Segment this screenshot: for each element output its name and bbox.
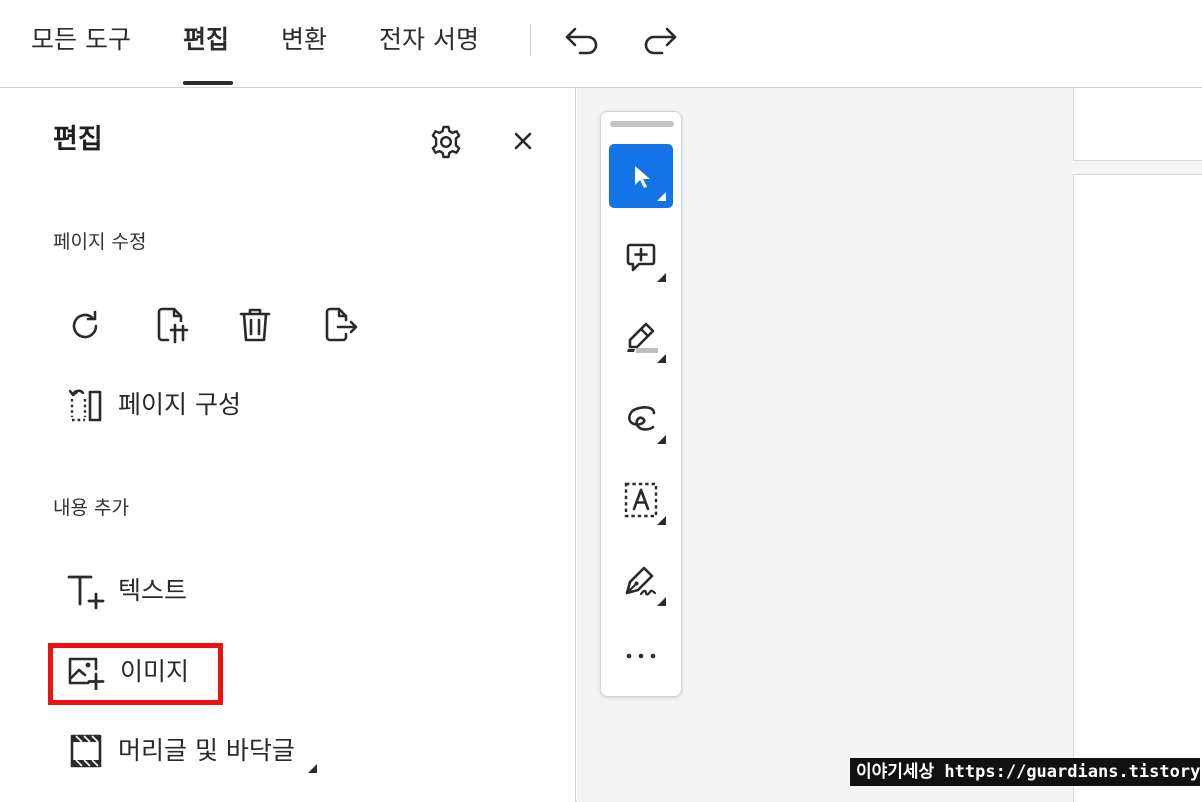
- close-button[interactable]: [506, 124, 540, 158]
- organize-pages-item[interactable]: 페이지 구성: [66, 387, 241, 423]
- menu-convert[interactable]: 변환: [281, 22, 327, 58]
- image-highlight-box: [48, 643, 223, 705]
- select-tool-button[interactable]: [609, 144, 673, 208]
- top-menubar: 모든 도구 편집 변환 전자 서명: [0, 0, 1202, 88]
- text-box-icon: [624, 482, 658, 518]
- highlight-tool-button[interactable]: [609, 306, 673, 370]
- active-tab-indicator: [183, 81, 233, 85]
- header-footer-dropdown-indicator[interactable]: [308, 764, 317, 773]
- menu-e-sign[interactable]: 전자 서명: [379, 22, 479, 58]
- extract-page-button[interactable]: [320, 304, 362, 346]
- signature-pen-icon: [625, 566, 657, 596]
- sign-tool-dropdown-indicator: [657, 597, 666, 606]
- trash-icon: [239, 308, 271, 342]
- insert-page-button[interactable]: [151, 304, 193, 346]
- settings-button[interactable]: [426, 122, 466, 162]
- more-options-icon: [626, 653, 656, 659]
- add-comment-tool-button[interactable]: [609, 225, 673, 289]
- text-box-tool-dropdown-indicator: [657, 516, 666, 525]
- header-footer-item[interactable]: 머리글 및 바닥글: [66, 732, 295, 770]
- watermark-label: 이야기세상 https://guardians.tistory.com: [850, 758, 1202, 786]
- text-box-tool-button[interactable]: [609, 468, 673, 532]
- organize-pages-label: 페이지 구성: [118, 390, 241, 419]
- menu-edit[interactable]: 편집: [183, 22, 229, 58]
- menu-all-tools[interactable]: 모든 도구: [31, 22, 131, 58]
- draw-tool-button[interactable]: [609, 387, 673, 451]
- add-text-label: 텍스트: [118, 576, 188, 605]
- document-page-current: [1073, 174, 1202, 802]
- comment-tool-dropdown-indicator: [657, 273, 666, 282]
- more-tools-button[interactable]: [609, 624, 673, 688]
- gear-icon: [431, 125, 461, 159]
- header-footer-label: 머리글 및 바닥글: [118, 736, 295, 765]
- add-comment-icon: [626, 243, 656, 272]
- edit-panel: 편집 페이지 수정 페이지 구성 내용 추가 텍스트 이미지 머리글 및 바닥글: [0, 88, 576, 802]
- insert-page-icon: [157, 307, 189, 344]
- draw-tool-dropdown-indicator: [657, 435, 666, 444]
- document-page-previous: [1073, 88, 1202, 161]
- redo-button[interactable]: [640, 22, 682, 58]
- highlight-tool-dropdown-indicator: [657, 354, 666, 363]
- undo-button[interactable]: [560, 22, 602, 58]
- select-tool-dropdown-indicator: [657, 192, 666, 201]
- redo-icon: [644, 27, 677, 55]
- menu-divider: [530, 24, 531, 56]
- freehand-draw-icon: [628, 406, 656, 431]
- organize-pages-icon: [68, 389, 102, 422]
- rotate-icon: [72, 310, 98, 339]
- panel-title: 편집: [53, 124, 103, 155]
- header-footer-icon: [70, 734, 102, 768]
- page-edit-section-label: 페이지 수정: [53, 231, 147, 253]
- delete-page-button[interactable]: [234, 304, 276, 346]
- rotate-page-button[interactable]: [66, 306, 106, 346]
- highlighter-icon: [627, 322, 658, 353]
- extract-page-icon: [325, 307, 358, 342]
- add-text-icon: [67, 575, 105, 610]
- add-text-item[interactable]: 텍스트: [66, 572, 187, 610]
- toolbar-drag-handle[interactable]: [610, 121, 674, 127]
- undo-icon: [565, 27, 598, 55]
- close-icon: [514, 132, 532, 150]
- sign-tool-button[interactable]: [609, 549, 673, 613]
- floating-toolbar: [600, 111, 682, 697]
- select-cursor-icon: [635, 166, 650, 188]
- add-content-section-label: 내용 추가: [53, 497, 129, 519]
